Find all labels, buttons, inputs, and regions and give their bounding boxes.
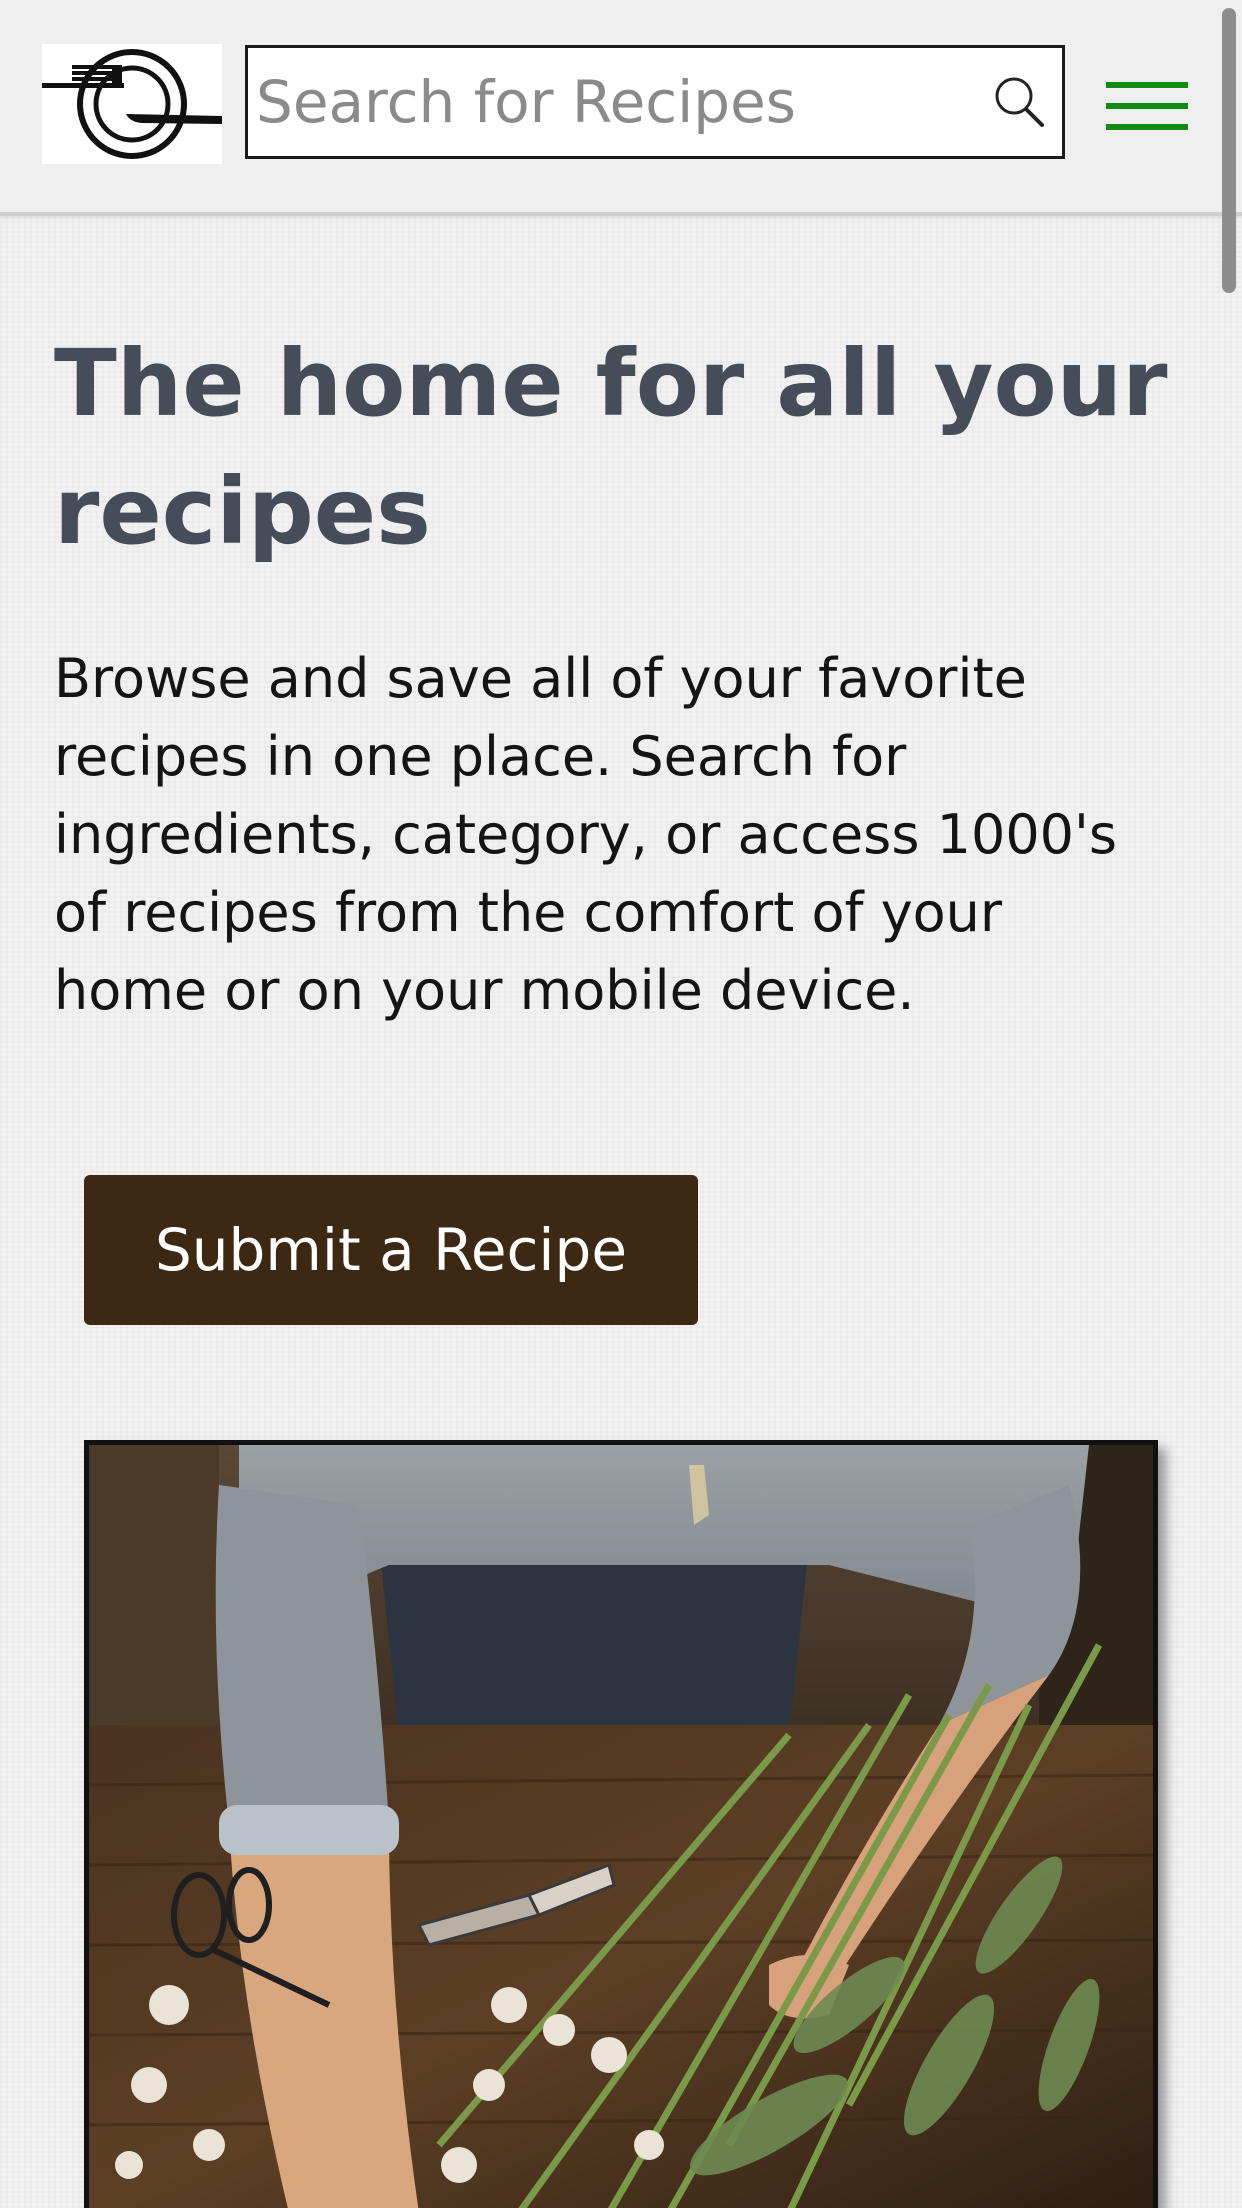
top-header xyxy=(0,0,1242,216)
menu-bar-middle xyxy=(1106,103,1188,109)
menu-bar-top xyxy=(1106,82,1188,88)
page-title: The home for all your recipes xyxy=(54,330,1168,565)
menu-bar-bottom xyxy=(1106,124,1188,130)
submit-recipe-button[interactable]: Submit a Recipe xyxy=(84,1175,698,1325)
hero-image xyxy=(84,1440,1158,2208)
search-icon[interactable] xyxy=(988,72,1048,132)
person-arranging-flowers-photo-icon xyxy=(89,1445,1153,2208)
site-logo[interactable] xyxy=(42,44,222,164)
vertical-scrollbar[interactable] xyxy=(1222,8,1236,293)
intro-description: Browse and save all of your favorite rec… xyxy=(54,647,1118,1022)
search-input[interactable] xyxy=(256,56,956,148)
plate-fork-knife-logo-icon xyxy=(42,49,222,159)
search-box xyxy=(245,45,1065,159)
hamburger-menu-icon[interactable] xyxy=(1106,82,1188,132)
